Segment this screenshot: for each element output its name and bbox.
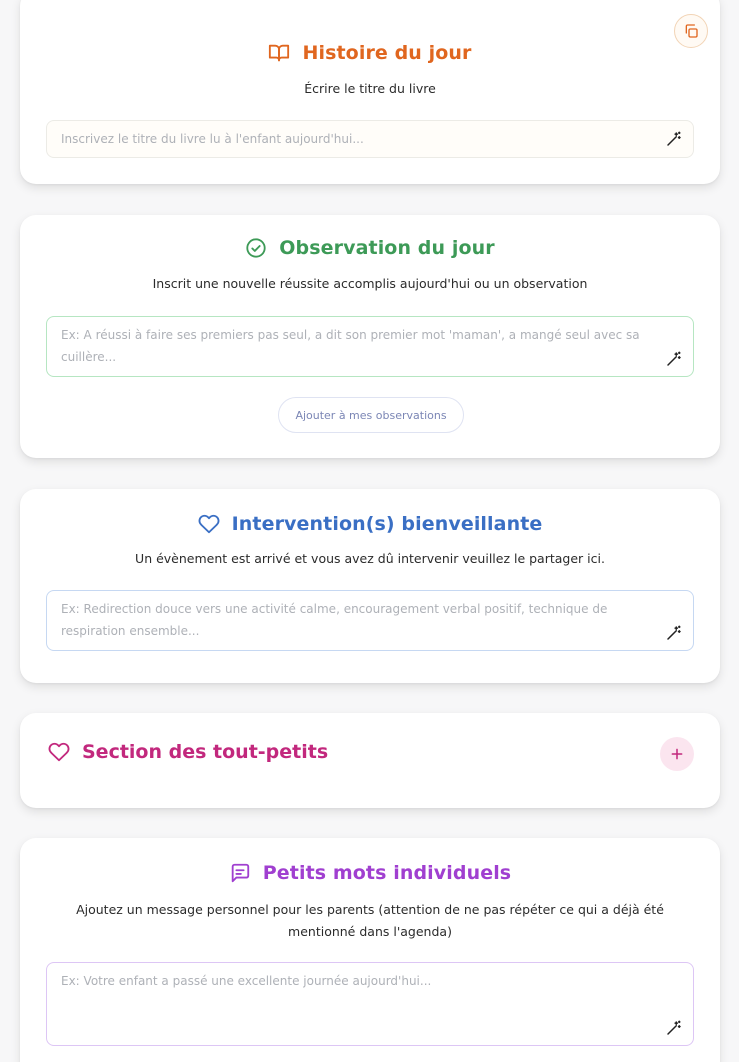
intervention-card: Intervention(s) bienveillante Un évèneme… bbox=[20, 489, 720, 683]
observation-placeholder: Ex: A réussi à faire ses premiers pas se… bbox=[61, 328, 640, 364]
observation-title: Observation du jour bbox=[279, 237, 495, 259]
magic-wand-icon[interactable] bbox=[665, 350, 683, 368]
tout-petits-card[interactable]: Section des tout-petits bbox=[20, 713, 720, 808]
petits-mots-title: Petits mots individuels bbox=[262, 862, 512, 884]
histoire-header: Histoire du jour bbox=[20, 42, 720, 64]
intervention-textarea[interactable]: Ex: Redirection douce vers une activité … bbox=[46, 590, 694, 651]
observation-header: Observation du jour bbox=[20, 237, 720, 259]
heart-icon bbox=[198, 514, 220, 534]
message-textarea[interactable]: Ex: Votre enfant a passé une excellente … bbox=[46, 962, 694, 1046]
intervention-title: Intervention(s) bienveillante bbox=[231, 513, 543, 535]
petits-mots-subtitle: Ajoutez un message personnel pour les pa… bbox=[76, 902, 664, 939]
book-title-placeholder: Inscrivez le titre du livre lu à l'enfan… bbox=[61, 132, 364, 146]
observation-card: Observation du jour Inscrit une nouvelle… bbox=[20, 215, 720, 458]
expand-button[interactable] bbox=[660, 737, 694, 771]
histoire-title: Histoire du jour bbox=[302, 42, 472, 64]
book-title-input[interactable]: Inscrivez le titre du livre lu à l'enfan… bbox=[46, 120, 694, 158]
book-open-icon bbox=[269, 44, 290, 62]
magic-wand-icon[interactable] bbox=[665, 1019, 683, 1037]
magic-wand-icon[interactable] bbox=[665, 130, 683, 148]
observation-textarea[interactable]: Ex: A réussi à faire ses premiers pas se… bbox=[46, 316, 694, 377]
petits-mots-header: Petits mots individuels bbox=[20, 862, 720, 884]
plus-icon bbox=[671, 748, 683, 760]
check-circle-icon bbox=[246, 238, 266, 258]
histoire-subtitle: Écrire le titre du livre bbox=[304, 81, 436, 96]
magic-wand-icon[interactable] bbox=[665, 624, 683, 642]
tout-petits-header: Section des tout-petits bbox=[48, 741, 328, 763]
copy-icon bbox=[685, 24, 698, 38]
message-placeholder: Ex: Votre enfant a passé une excellente … bbox=[61, 974, 432, 988]
intervention-subtitle: Un évènement est arrivé et vous avez dû … bbox=[135, 551, 605, 566]
observation-subtitle: Inscrit une nouvelle réussite accomplis … bbox=[152, 276, 588, 291]
message-square-icon bbox=[231, 863, 249, 883]
tout-petits-title: Section des tout-petits bbox=[82, 741, 329, 763]
heart-icon bbox=[48, 742, 70, 762]
intervention-placeholder: Ex: Redirection douce vers une activité … bbox=[61, 602, 608, 638]
add-observation-button[interactable]: Ajouter à mes observations bbox=[278, 397, 464, 433]
intervention-header: Intervention(s) bienveillante bbox=[20, 513, 720, 535]
petits-mots-card: Petits mots individuels Ajoutez un messa… bbox=[20, 838, 720, 1062]
page: Histoire du jour Écrire le titre du livr… bbox=[0, 0, 739, 1062]
histoire-card: Histoire du jour Écrire le titre du livr… bbox=[20, 0, 720, 184]
